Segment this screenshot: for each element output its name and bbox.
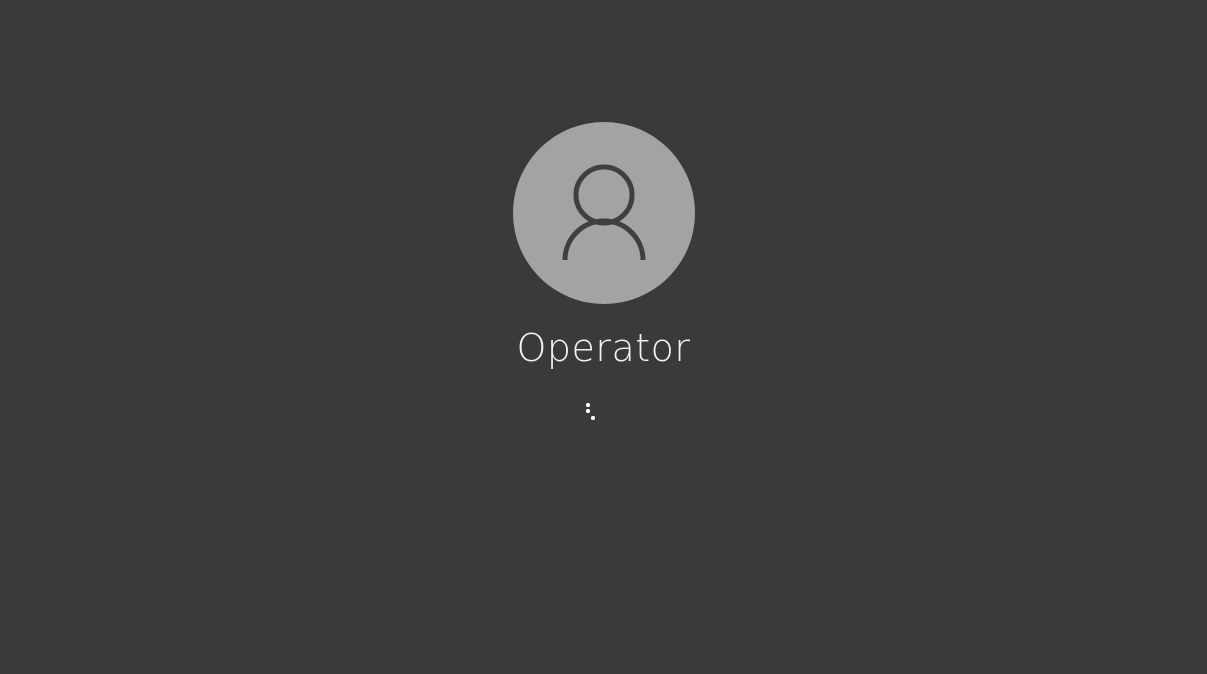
username-label: Operator: [516, 326, 691, 370]
lock-screen: Operator: [0, 0, 1207, 674]
user-avatar: [513, 122, 695, 304]
loading-spinner-icon: [582, 400, 602, 424]
user-silhouette-icon: [562, 164, 646, 261]
